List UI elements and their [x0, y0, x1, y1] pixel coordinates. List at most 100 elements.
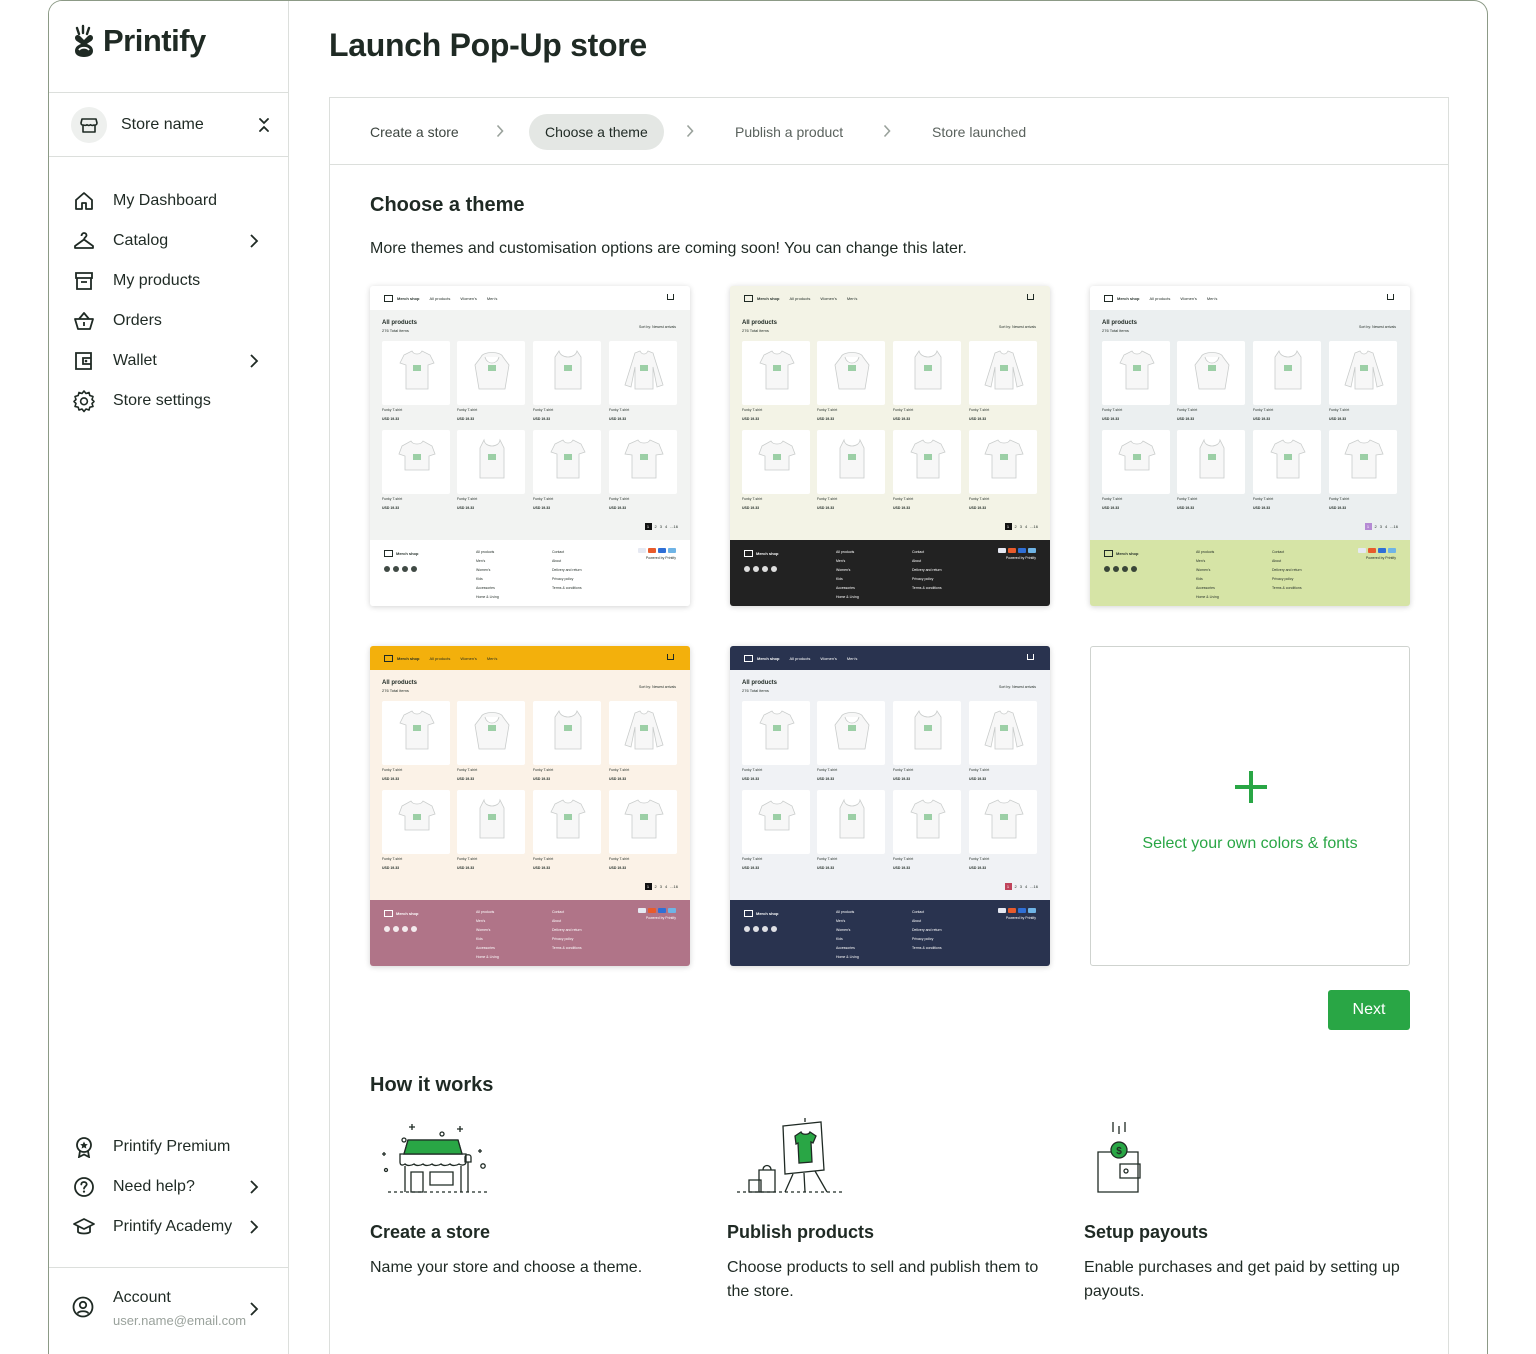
hanger-icon — [71, 228, 97, 254]
preview-powered-by: Powered by Printify — [645, 556, 676, 560]
sidebar-item-wallet[interactable]: Wallet — [71, 341, 271, 381]
social-icon — [411, 566, 417, 572]
sidebar-item-help[interactable]: Need help? — [71, 1167, 271, 1207]
account-menu[interactable]: Account user.name@email.com — [71, 1285, 271, 1335]
preview-product-tile — [969, 430, 1037, 494]
product-thumbnail-icon — [759, 350, 795, 390]
chevron-right-icon — [496, 124, 504, 138]
preview-product-tile — [893, 430, 961, 494]
theme-card-mint-lime[interactable]: Merch shop All products Women's Men's All pr… — [1090, 286, 1410, 606]
preview-product-tile — [382, 430, 450, 494]
custom-theme-card[interactable]: Select your own colors & fonts — [1090, 646, 1410, 966]
preview-product-price: USD 19.33 — [609, 506, 627, 510]
product-thumbnail-icon — [910, 799, 946, 839]
preview-sort: Sort by: Newest arrivals — [639, 685, 676, 689]
sidebar-item-academy[interactable]: Printify Academy — [71, 1207, 271, 1247]
shop-logo-icon — [744, 294, 753, 302]
how-step-title: Create a store — [370, 1222, 491, 1242]
theme-preview-header: Merch shop All products Women's Men's — [730, 286, 1050, 310]
theme-section-title: Choose a theme — [370, 194, 525, 216]
store-selector[interactable]: Store name — [71, 105, 271, 145]
sidebar-item-my-products[interactable]: My products — [71, 261, 271, 301]
sidebar-item-catalog[interactable]: Catalog — [71, 221, 271, 261]
preview-subheading: 276 Total items — [742, 688, 769, 693]
preview-page: 2 — [1014, 884, 1017, 889]
theme-card-navy[interactable]: Merch shop All products Women's Men's All pr… — [730, 646, 1050, 966]
product-thumbnail-icon — [984, 439, 1024, 479]
sidebar-divider — [49, 92, 289, 93]
preview-product-tile — [817, 430, 885, 494]
preview-product-name: Funky T-shirt — [817, 497, 838, 501]
product-thumbnail-icon — [1344, 439, 1384, 479]
product-thumbnail-icon — [1118, 440, 1156, 471]
theme-card-olive-dark[interactable]: Merch shop All products Women's Men's All pr… — [730, 286, 1050, 606]
product-thumbnail-icon — [624, 439, 664, 479]
theme-preview-header: Merch shop All products Women's Men's — [1090, 286, 1410, 310]
preview-product-name: Funky T-shirt — [969, 408, 990, 412]
gear-icon — [71, 388, 97, 414]
preview-product-price: USD 19.33 — [742, 417, 760, 421]
social-icon — [393, 926, 399, 932]
step-publish-product[interactable]: Publish a product — [719, 114, 859, 150]
product-thumbnail-icon — [914, 350, 942, 390]
preview-page: ...16 — [1390, 524, 1398, 529]
product-thumbnail-icon — [910, 439, 946, 479]
product-thumbnail-icon — [399, 710, 435, 750]
preview-page: 2 — [1374, 524, 1377, 529]
chevron-right-icon — [250, 1302, 259, 1316]
product-thumbnail-icon — [759, 710, 795, 750]
preview-product-tile — [382, 341, 450, 405]
preview-footer-shop: Merch shop — [744, 550, 778, 557]
product-thumbnail-icon — [839, 438, 865, 479]
social-icon — [753, 926, 759, 932]
preview-product-price: USD 19.33 — [1102, 506, 1120, 510]
theme-card-light[interactable]: Merch shop All products Women's Men's All pr… — [370, 286, 690, 606]
preview-product-price: USD 19.33 — [457, 777, 475, 781]
preview-nav-link: Men's — [1206, 295, 1218, 301]
step-create-store[interactable]: Create a store — [354, 114, 475, 150]
preview-product-tile — [1177, 341, 1245, 405]
cart-icon — [667, 654, 674, 660]
sidebar-item-premium[interactable]: Printify Premium — [71, 1127, 271, 1167]
social-icon — [384, 926, 390, 932]
preview-social-icons — [744, 566, 777, 572]
preview-product-price: USD 19.33 — [457, 866, 475, 870]
sidebar-item-store-settings[interactable]: Store settings — [71, 381, 271, 421]
product-thumbnail-icon — [554, 710, 582, 750]
preview-shop-name: Merch shop — [397, 655, 420, 661]
preview-product-name: Funky T-shirt — [817, 857, 838, 861]
preview-product-price: USD 19.33 — [382, 417, 400, 421]
brand-logo[interactable]: Printify — [71, 23, 206, 59]
preview-product-tile — [969, 790, 1037, 854]
theme-card-sunset[interactable]: Merch shop All products Women's Men's All pr… — [370, 646, 690, 966]
product-thumbnail-icon — [550, 799, 586, 839]
help-circle-icon — [71, 1174, 97, 1200]
wallet-coin-illustration: $ — [1097, 1122, 1141, 1193]
sidebar-item-orders[interactable]: Orders — [71, 301, 271, 341]
preview-page: 3 — [1019, 884, 1022, 889]
sidebar-item-label: Wallet — [113, 352, 157, 369]
preview-heading: All products — [742, 680, 778, 686]
preview-product-name: Funky T-shirt — [533, 768, 554, 772]
preview-nav-link: Women's — [820, 655, 837, 661]
how-step-title: Publish products — [727, 1222, 875, 1242]
next-button[interactable]: Next — [1328, 990, 1410, 1030]
social-icon — [753, 566, 759, 572]
preview-product-tile — [609, 430, 677, 494]
preview-page: 4 — [1384, 524, 1388, 529]
preview-product-name: Funky T-shirt — [969, 768, 990, 772]
product-thumbnail-icon — [914, 710, 942, 750]
preview-product-name: Funky T-shirt — [893, 857, 914, 861]
preview-product-tile — [1329, 341, 1397, 405]
plus-icon — [1235, 771, 1267, 803]
sidebar-item-label: Store settings — [113, 392, 211, 409]
sidebar-item-dashboard[interactable]: My Dashboard — [71, 181, 271, 221]
social-icon — [1104, 566, 1110, 572]
preview-nav-link: Women's — [460, 655, 477, 661]
preview-subheading: 276 Total items — [742, 328, 769, 333]
step-choose-theme[interactable]: Choose a theme — [529, 114, 664, 150]
theme-preview-footer: Merch shop All products Men's Women's Kids Ac… — [370, 540, 690, 606]
step-store-launched[interactable]: Store launched — [916, 114, 1042, 150]
chevron-right-icon — [250, 234, 259, 248]
product-thumbnail-icon — [624, 710, 664, 750]
